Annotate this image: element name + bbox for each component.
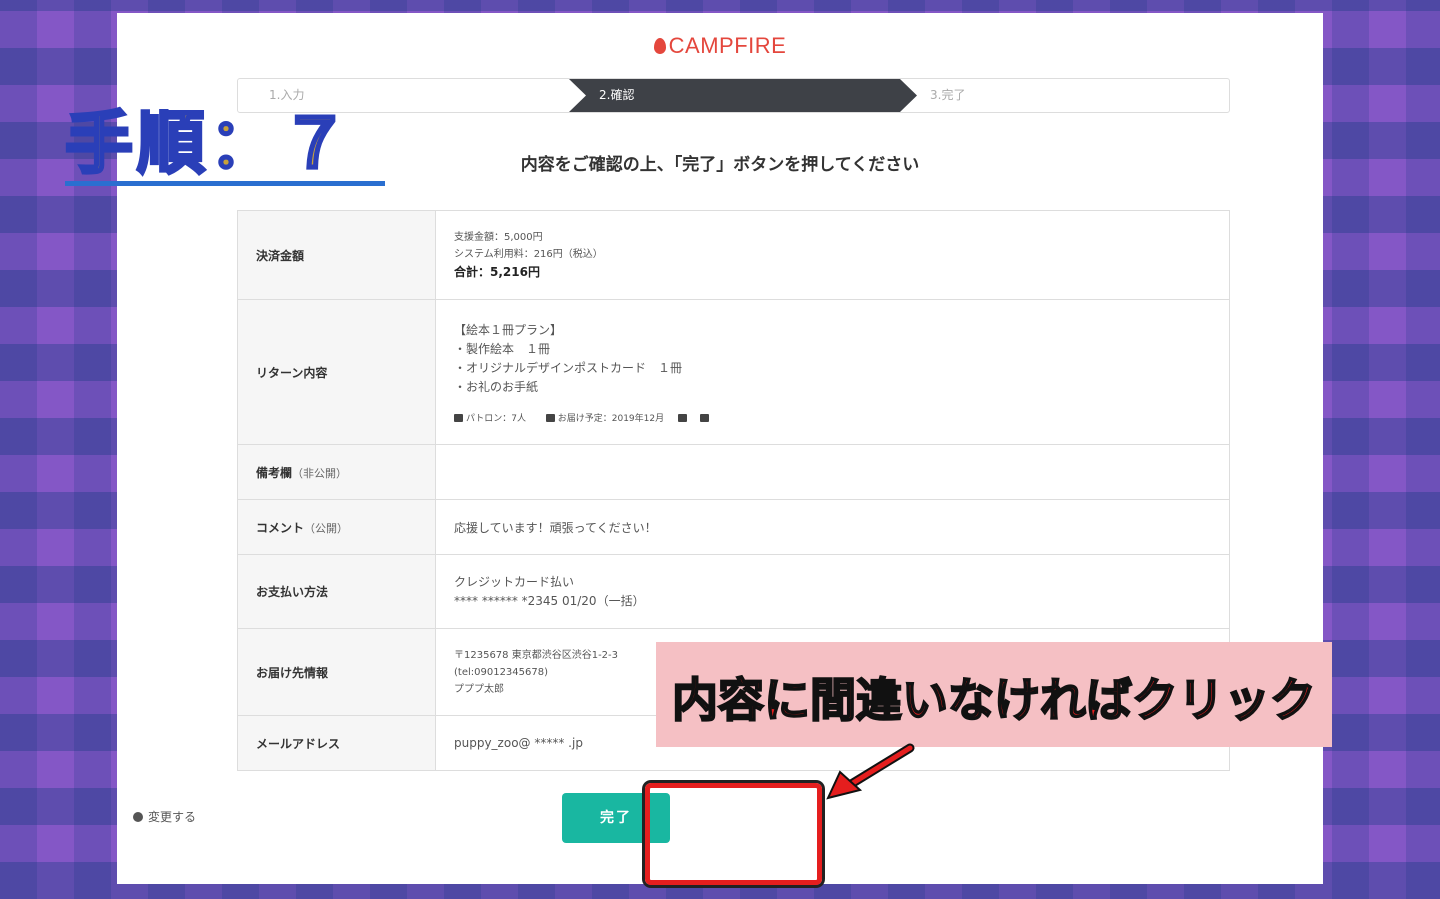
step-number-overlay: 手順：７ (64, 104, 385, 186)
callout-banner: 内容に間違いなければクリック (656, 642, 1332, 747)
delivery-info-label: お届け先情報 (237, 628, 436, 716)
step-complete: 3.完了 (930, 88, 966, 102)
return-label: リターン内容 (237, 299, 436, 445)
return-meta: パトロン：7人 お届け予定：2019年12月 (454, 411, 1229, 424)
table-row: お支払い方法 クレジットカード払い **** ****** *2345 01/2… (237, 554, 1230, 629)
change-link[interactable]: 変更する (133, 808, 196, 825)
box-icon (699, 413, 709, 422)
table-row: コメント（公開） 応援しています！頑張ってください！ (237, 499, 1230, 555)
payment-method: クレジットカード払い (454, 574, 575, 589)
truck-icon (545, 413, 555, 422)
arrow-icon (826, 743, 915, 800)
chevron-left-icon (133, 812, 143, 822)
card-number: **** ****** *2345 01/20（一括） (454, 593, 645, 608)
total-amount: 合計：5,216円 (454, 265, 540, 279)
return-details: 【絵本１冊プラン】 ・製作絵本 １冊 ・オリジナルデザインポストカード １冊 ・… (454, 322, 683, 394)
table-row: リターン内容 【絵本１冊プラン】 ・製作絵本 １冊 ・オリジナルデザインポストカ… (237, 299, 1230, 445)
comment-value: 応援しています！頑張ってください！ (435, 499, 1230, 555)
step-confirm: 2.確認 (599, 88, 635, 102)
support-amount: 支援金額：5,000円 (454, 232, 543, 243)
system-fee: システム利用料：216円（税込） (454, 249, 603, 260)
email-label: メールアドレス (237, 715, 436, 771)
note-value (435, 444, 1230, 500)
campfire-logo[interactable]: CAMPFIRE (117, 33, 1323, 59)
flame-icon (653, 38, 666, 54)
table-row: 決済金額 支援金額：5,000円 システム利用料：216円（税込） 合計：5,2… (237, 210, 1230, 300)
comment-label: コメント（公開） (237, 499, 436, 555)
mail-icon (677, 413, 687, 422)
users-icon (454, 413, 463, 422)
payment-method-label: お支払い方法 (237, 554, 436, 629)
highlight-frame (645, 783, 822, 885)
note-label: 備考欄（非公開） (237, 444, 436, 500)
table-row: 備考欄（非公開） (237, 444, 1230, 500)
progress-steps: 1.入力 2.確認 3.完了 (237, 78, 1230, 113)
callout-text: 内容に間違いなければクリック (671, 672, 1317, 728)
payment-label: 決済金額 (237, 210, 436, 300)
